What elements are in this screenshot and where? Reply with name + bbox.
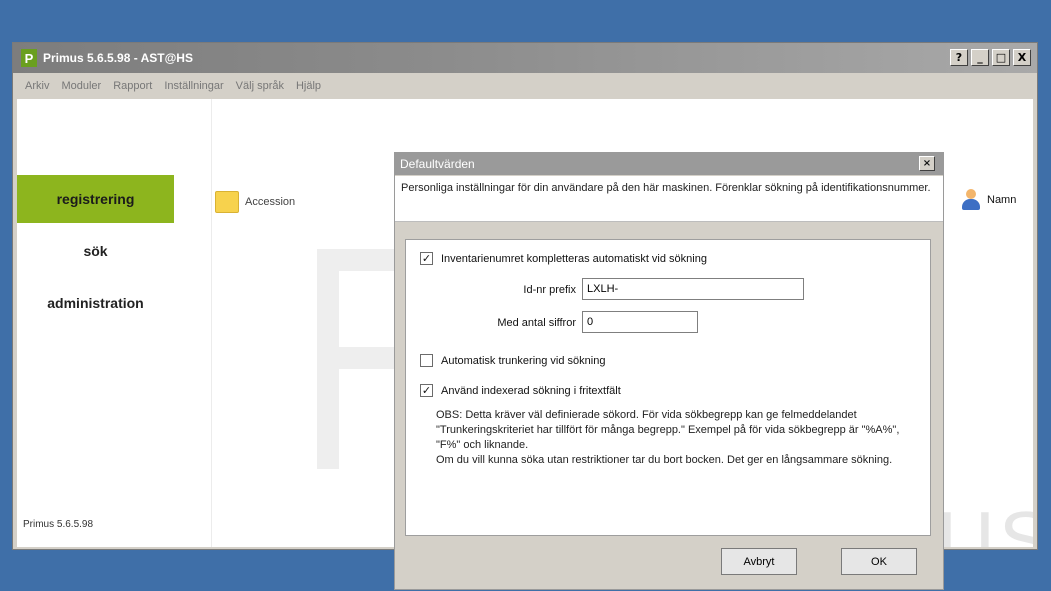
digits-field[interactable] [582, 311, 698, 333]
ok-button[interactable]: OK [841, 548, 917, 575]
truncation-option[interactable]: Automatisk trunkering vid sökning [420, 354, 605, 367]
title-bar[interactable]: P Primus 5.6.5.98 - AST@HS ? _ □ X [13, 43, 1037, 73]
accession-module[interactable]: Accession [215, 191, 295, 213]
autocomplete-checkbox[interactable]: ✓ [420, 252, 433, 265]
menu-rapport[interactable]: Rapport [113, 80, 152, 92]
dialog-close-button[interactable]: × [919, 156, 935, 171]
menu-moduler[interactable]: Moduler [61, 80, 101, 92]
user-icon [961, 189, 981, 211]
obs-note: OBS: Detta kräver väl definierade sökord… [436, 409, 900, 466]
note-icon [215, 191, 239, 213]
truncation-checkbox[interactable] [420, 354, 433, 367]
version-label: Primus 5.6.5.98 [23, 519, 94, 530]
prefix-field[interactable] [582, 278, 804, 300]
menu-bar: Arkiv Moduler Rapport Inställningar Välj… [13, 73, 1037, 99]
nav-sok[interactable]: sök [17, 227, 174, 275]
indexed-search-label: Använd indexerad sökning i fritextfält [441, 384, 621, 397]
window-controls: ? _ □ X [950, 49, 1031, 66]
primus-app-icon: P [21, 49, 37, 67]
autocomplete-label: Inventarienumret kompletteras automatisk… [441, 252, 707, 265]
user-name-label: Namn [987, 194, 1017, 206]
minimize-button[interactable]: _ [971, 49, 989, 66]
primus-watermark-text: US [937, 495, 1033, 547]
menu-arkiv[interactable]: Arkiv [25, 80, 49, 92]
user-area[interactable]: Namn [961, 189, 1016, 211]
settings-panel: ✓ Inventarienumret kompletteras automati… [405, 239, 931, 536]
maximize-button[interactable]: □ [992, 49, 1010, 66]
dialog-title-bar[interactable]: Defaultvärden [395, 153, 943, 175]
indexed-search-option[interactable]: ✓ Använd indexerad sökning i fritextfält [420, 384, 621, 397]
nav-administration[interactable]: administration [17, 279, 174, 327]
defaults-dialog: Defaultvärden × Personliga inställningar… [394, 152, 944, 590]
menu-hjalp[interactable]: Hjälp [296, 80, 321, 92]
desktop-background-top [0, 0, 1051, 42]
nav-registrering[interactable]: registrering [17, 175, 174, 223]
digits-label: Med antal siffror [497, 317, 576, 329]
truncation-label: Automatisk trunkering vid sökning [441, 354, 606, 367]
window-title: Primus 5.6.5.98 - AST@HS [43, 51, 193, 65]
dialog-description: Personliga inställningar för din använda… [395, 176, 943, 222]
prefix-label: Id-nr prefix [523, 284, 576, 296]
cancel-button[interactable]: Avbryt [721, 548, 797, 575]
help-button[interactable]: ? [950, 49, 968, 66]
indexed-search-checkbox[interactable]: ✓ [420, 384, 433, 397]
left-navigation: registrering sök administration Primus 5… [17, 99, 212, 547]
menu-valj-sprak[interactable]: Välj språk [236, 80, 284, 92]
menu-installningar[interactable]: Inställningar [164, 80, 223, 92]
autocomplete-option[interactable]: ✓ Inventarienumret kompletteras automati… [420, 252, 707, 265]
dialog-title: Defaultvärden [400, 157, 475, 171]
close-button[interactable]: X [1013, 49, 1031, 66]
accession-label: Accession [245, 196, 296, 208]
